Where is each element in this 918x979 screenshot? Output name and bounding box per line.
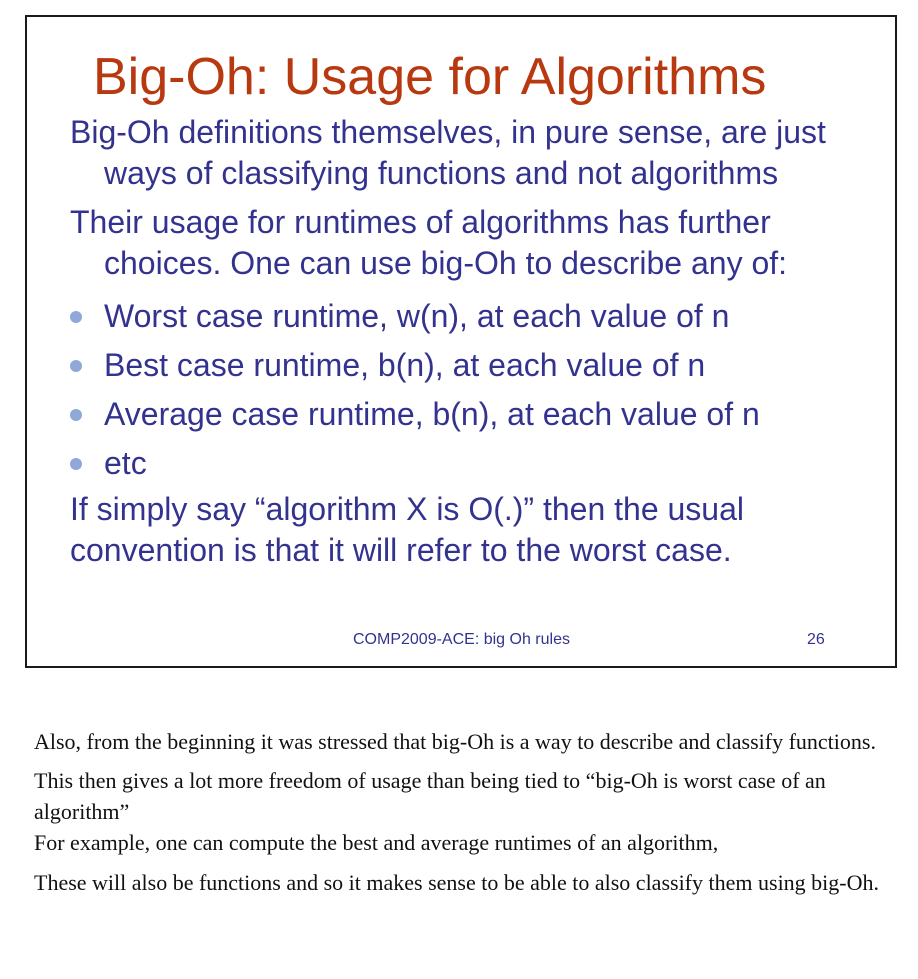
bullet-text: Best case runtime, b(n), at each value o…: [104, 347, 706, 383]
slide: Big-Oh: Usage for Algorithms Big-Oh defi…: [25, 15, 897, 668]
slide-body: Big-Oh definitions themselves, in pure s…: [70, 112, 890, 571]
note-paragraph: These will also be functions and so it m…: [34, 870, 880, 895]
slide-title: Big-Oh: Usage for Algorithms: [93, 48, 767, 106]
slide-paragraph: If simply say “algorithm X is O(.)” then…: [70, 491, 744, 568]
bullet-dot-icon: [70, 311, 82, 323]
bullet-dot-icon: [70, 458, 82, 470]
slide-paragraph: Their usage for runtimes of algorithms h…: [70, 204, 788, 281]
bullet-item: etc: [70, 439, 890, 488]
bullet-list: Worst case runtime, w(n), at each value …: [70, 292, 890, 488]
bullet-text: Worst case runtime, w(n), at each value …: [104, 298, 730, 334]
slide-footer: COMP2009-ACE: big Oh rules: [353, 631, 570, 648]
note-paragraph: This then gives a lot more freedom of us…: [34, 768, 826, 824]
bullet-item: Average case runtime, b(n), at each valu…: [70, 390, 890, 439]
slide-number: 26: [807, 631, 825, 648]
note-paragraph: For example, one can compute the best an…: [34, 830, 719, 855]
speaker-notes: Also, from the beginning it was stressed…: [34, 726, 894, 898]
slide-paragraph: Big-Oh definitions themselves, in pure s…: [70, 114, 826, 191]
note-paragraph: Also, from the beginning it was stressed…: [34, 729, 876, 754]
bullet-text: Average case runtime, b(n), at each valu…: [104, 396, 760, 432]
bullet-item: Best case runtime, b(n), at each value o…: [70, 341, 890, 390]
bullet-dot-icon: [70, 409, 82, 421]
bullet-item: Worst case runtime, w(n), at each value …: [70, 292, 890, 341]
bullet-dot-icon: [70, 360, 82, 372]
bullet-text: etc: [104, 445, 147, 481]
